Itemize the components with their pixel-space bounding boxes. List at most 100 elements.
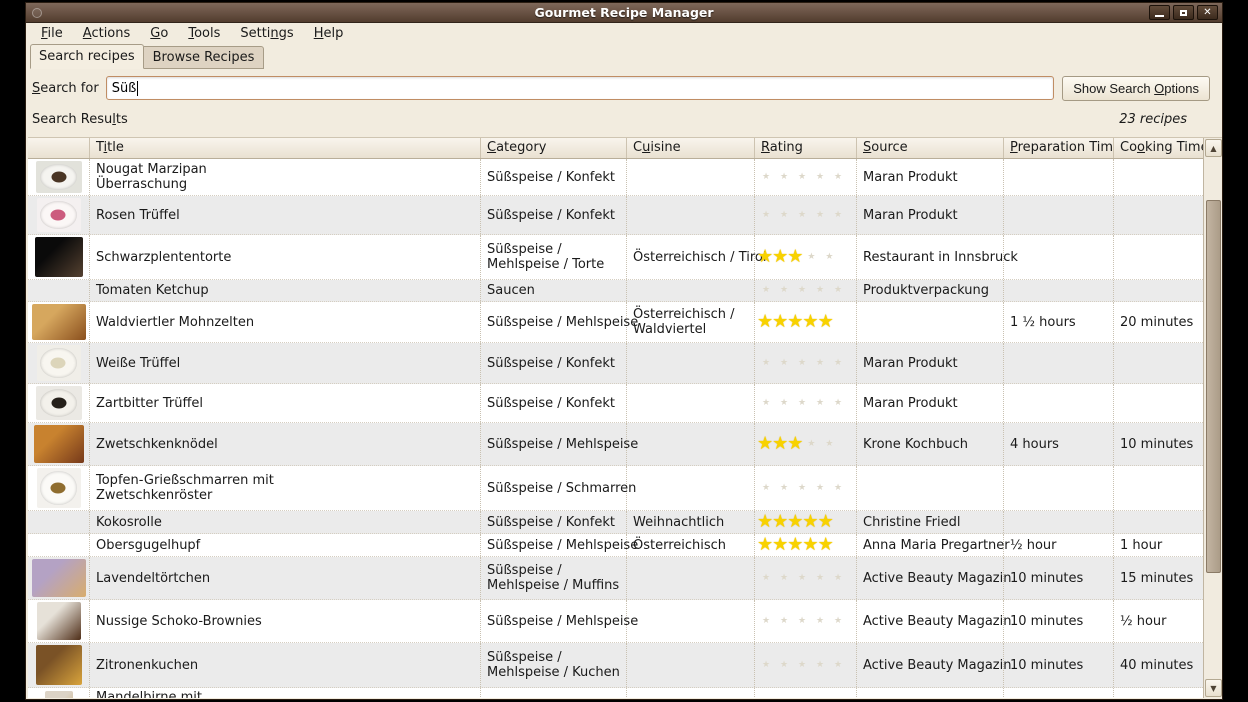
show-search-options-button[interactable]: Show Search Options — [1062, 76, 1210, 101]
recipe-cuisine: Österreichisch — [627, 534, 755, 556]
table-row[interactable]: Waldviertler Mohnzelten Süßspeise / Mehl… — [28, 302, 1203, 343]
recipe-category: Süßspeise / Mehlspeise — [481, 423, 627, 465]
recipe-cooking-time — [1114, 466, 1203, 510]
maximize-button[interactable] — [1173, 5, 1194, 20]
menu-actions[interactable]: Actions — [73, 24, 141, 44]
recipe-preparation-time — [1004, 511, 1114, 533]
recipe-cooking-time: 15 minutes — [1114, 557, 1203, 599]
recipe-title: Weiße Trüffel — [90, 343, 481, 383]
search-input[interactable]: Süß — [106, 76, 1055, 100]
scrollbar-thumb[interactable] — [1206, 200, 1221, 573]
star-empty-icon: ★ — [775, 617, 793, 626]
header-source[interactable]: Source — [857, 138, 1004, 158]
arrow-up-icon: ▲ — [1210, 144, 1216, 153]
header-image[interactable] — [28, 138, 90, 158]
minimize-button[interactable] — [1149, 5, 1170, 20]
close-button[interactable]: ✕ — [1197, 5, 1218, 20]
table-row[interactable]: Rosen Trüffel Süßspeise / Konfekt ★★★★★ … — [28, 196, 1203, 235]
tab-browse-recipes[interactable]: Browse Recipes — [144, 46, 265, 69]
recipe-source: Anna Maria Pregartner — [857, 534, 1004, 556]
table-row[interactable]: Tomaten Ketchup Saucen ★★★★★ Produktverp… — [28, 280, 1203, 302]
recipe-cuisine — [627, 384, 755, 422]
recipe-rating: ★★★★★ — [755, 384, 857, 422]
scroll-down-button[interactable]: ▼ — [1205, 679, 1222, 697]
star-empty-icon: ★ — [793, 661, 811, 670]
table-row[interactable]: Nussige Schoko-Brownies Süßspeise / Mehl… — [28, 600, 1203, 643]
recipe-image — [36, 645, 82, 685]
menu-file[interactable]: File — [31, 24, 73, 44]
header-category[interactable]: Category — [481, 138, 627, 158]
recipe-cooking-time — [1114, 196, 1203, 234]
search-for-label: Search for — [32, 81, 99, 96]
recipe-title: Zartbitter Trüffel — [90, 384, 481, 422]
star-empty-icon: ★ — [829, 617, 847, 626]
menu-tools[interactable]: Tools — [178, 24, 230, 44]
recipe-thumbnail — [28, 423, 90, 465]
titlebar[interactable]: Gourmet Recipe Manager ✕ — [26, 3, 1222, 23]
plate-shape — [40, 389, 78, 418]
star-empty-icon: ★ — [775, 484, 793, 493]
vertical-scrollbar[interactable]: ▲ ▼ — [1203, 138, 1222, 698]
header-cuisine[interactable]: Cuisine — [627, 138, 755, 158]
header-title[interactable]: Title — [90, 138, 481, 158]
plate-shape — [40, 348, 76, 378]
star-empty-icon: ★ — [829, 173, 847, 182]
header-rating[interactable]: Rating — [755, 138, 857, 158]
table-row[interactable]: Topfen-Grießschmarren mit Zwetschkenröst… — [28, 466, 1203, 511]
recipe-thumbnail — [28, 343, 90, 383]
star-empty-icon: ★ — [775, 399, 793, 408]
table-row[interactable]: Zwetschkenknödel Süßspeise / Mehlspeise … — [28, 423, 1203, 466]
star-empty-icon: ★ — [775, 661, 793, 670]
recipe-image — [32, 559, 86, 597]
table-row[interactable]: Nougat Marzipan Überraschung Süßspeise /… — [28, 159, 1203, 196]
recipe-title: Mandelbirne mit Schokoladenmousse und Pi… — [90, 688, 481, 698]
recipe-source: Krone Kochbuch — [857, 423, 1004, 465]
star-empty-icon: ★ — [793, 211, 811, 220]
star-empty-icon: ★ — [757, 399, 775, 408]
table-row[interactable]: Zartbitter Trüffel Süßspeise / Konfekt ★… — [28, 384, 1203, 423]
recipe-category: Süßspeise / Konfekt — [481, 511, 627, 533]
table-body: Nougat Marzipan Überraschung Süßspeise /… — [28, 159, 1203, 698]
recipe-category: Süßspeise / Konfekt — [481, 196, 627, 234]
header-cooking-time[interactable]: Cooking Time — [1114, 138, 1203, 158]
table-row[interactable]: Weiße Trüffel Süßspeise / Konfekt ★★★★★ … — [28, 343, 1203, 384]
window-menu-icon[interactable] — [32, 8, 42, 18]
star-filled-icon: ★ — [802, 313, 817, 331]
recipe-preparation-time — [1004, 384, 1114, 422]
text-caret — [137, 81, 138, 96]
recipe-cooking-time — [1114, 343, 1203, 383]
recipe-title: Waldviertler Mohnzelten — [90, 302, 481, 342]
table-row[interactable]: Zitronenkuchen Süßspeise / Mehlspeise / … — [28, 643, 1203, 688]
star-empty-icon: ★ — [820, 440, 838, 449]
recipe-image — [36, 386, 82, 420]
recipe-cooking-time: 1 hour — [1114, 534, 1203, 556]
recipe-thumbnail — [28, 466, 90, 510]
star-empty-icon: ★ — [757, 286, 775, 295]
scroll-up-button[interactable]: ▲ — [1205, 139, 1222, 157]
table-row[interactable]: Schwarzplententorte Süßspeise / Mehlspei… — [28, 235, 1203, 280]
recipe-title: Nougat Marzipan Überraschung — [90, 159, 481, 195]
header-preparation-time[interactable]: Preparation Time — [1004, 138, 1114, 158]
recipe-category: Süßspeise / Schmarren — [481, 466, 627, 510]
tab-search-recipes[interactable]: Search recipes — [30, 44, 144, 69]
star-filled-icon: ★ — [787, 248, 802, 266]
recipe-category: Süßspeise / Dessert — [481, 688, 627, 698]
star-empty-icon: ★ — [802, 440, 820, 449]
table-row[interactable]: Mandelbirne mit Schokoladenmousse und Pi… — [28, 688, 1203, 698]
recipe-rating: ★★★★★ — [755, 643, 857, 687]
table-row[interactable]: Kokosrolle Süßspeise / Konfekt Weihnacht… — [28, 511, 1203, 534]
recipe-title: Lavendeltörtchen — [90, 557, 481, 599]
menu-settings[interactable]: Settings — [230, 24, 303, 44]
recipe-source: Christine Friedl — [857, 511, 1004, 533]
recipe-cuisine — [627, 343, 755, 383]
recipe-cuisine — [627, 557, 755, 599]
table-row[interactable]: Obersgugelhupf Süßspeise / Mehlspeise Ös… — [28, 534, 1203, 557]
food-shape — [51, 172, 66, 183]
menu-go[interactable]: Go — [140, 24, 178, 44]
star-empty-icon: ★ — [775, 574, 793, 583]
star-empty-icon: ★ — [811, 359, 829, 368]
recipe-thumbnail — [28, 600, 90, 642]
menu-help[interactable]: Help — [304, 24, 354, 44]
star-empty-icon: ★ — [775, 359, 793, 368]
table-row[interactable]: Lavendeltörtchen Süßspeise / Mehlspeise … — [28, 557, 1203, 600]
